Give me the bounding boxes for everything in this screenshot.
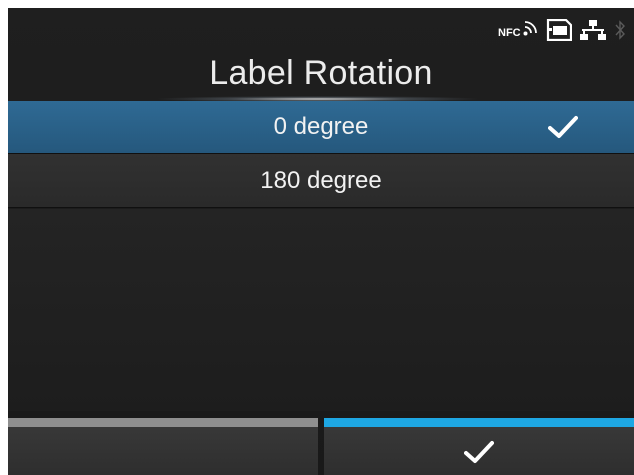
nfc-text: NFC (498, 27, 521, 39)
option-label: 180 degree (260, 166, 382, 194)
option-list: 0 degree 180 degree (8, 101, 634, 208)
option-label: 0 degree (273, 113, 369, 140)
status-bar: NFC (498, 14, 626, 46)
checkmark-icon (464, 440, 494, 463)
back-softkey[interactable] (8, 418, 318, 475)
nfc-icon: NFC (498, 21, 537, 39)
option-180-degree[interactable]: 180 degree (8, 154, 634, 208)
confirm-softkey[interactable] (324, 418, 634, 475)
softkey-indicator (324, 418, 634, 427)
option-0-degree[interactable]: 0 degree (8, 101, 634, 154)
printer-screen: NFC Label Rotation 0 degree 180 degree (8, 8, 634, 475)
bluetooth-icon (615, 20, 625, 40)
softkey-indicator (8, 418, 318, 427)
sd-card-icon (546, 19, 572, 41)
list-empty-area (8, 209, 634, 411)
page-title: Label Rotation (209, 54, 433, 92)
softkey-bar (8, 418, 634, 475)
checkmark-icon (548, 116, 578, 138)
network-icon (580, 20, 606, 40)
